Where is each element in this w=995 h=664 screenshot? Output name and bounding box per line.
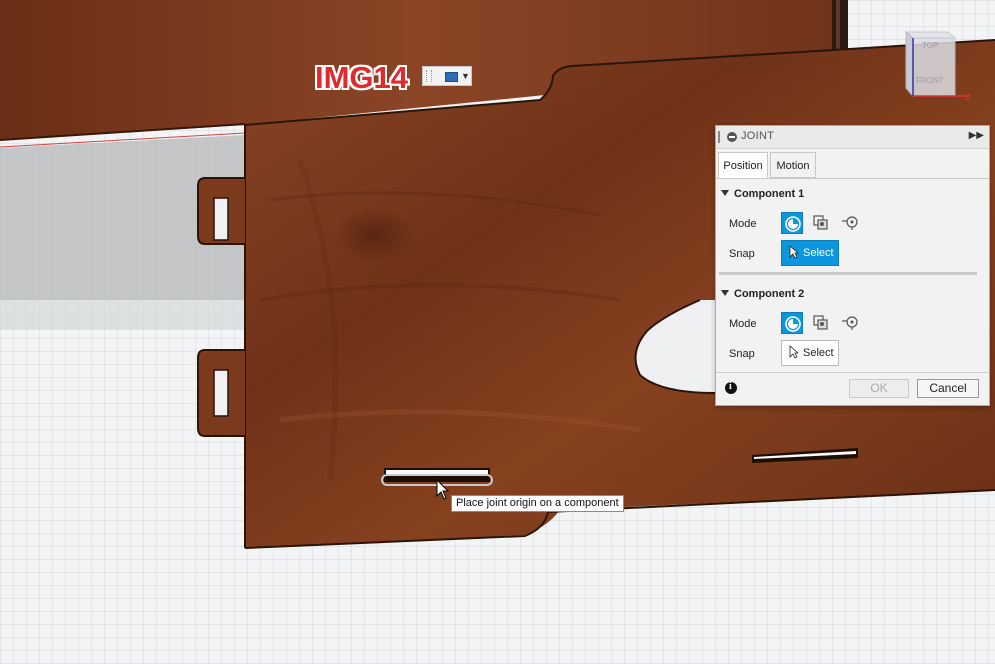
canvas-image-badge[interactable]: ▼ <box>422 66 472 86</box>
component2-select-label: Select <box>803 347 834 359</box>
component2-select-button[interactable]: Select <box>781 340 839 366</box>
dialog-header[interactable]: JOINT ▶▶ <box>716 126 989 149</box>
ok-button[interactable]: OK <box>849 379 909 398</box>
viewcube-front-label[interactable]: FRONT <box>916 76 944 85</box>
component1-snap-label: Snap <box>729 248 755 260</box>
component2-mode-label: Mode <box>729 318 757 330</box>
component1-section-header[interactable]: Component 1 <box>721 188 804 200</box>
component1-select-button[interactable]: Select <box>781 240 839 266</box>
simple-mode-icon <box>785 316 801 332</box>
component1-mode-simple-button[interactable] <box>781 212 803 234</box>
between-two-faces-icon <box>813 215 828 230</box>
dialog-tabs: Position Motion <box>716 150 989 179</box>
two-edge-intersection-icon <box>842 316 858 330</box>
component1-mode-label: Mode <box>729 218 757 230</box>
component2-mode-simple-button[interactable] <box>781 312 803 334</box>
pointer-icon <box>789 345 799 359</box>
collapse-triangle-icon <box>721 190 729 196</box>
cursor-tooltip: Place joint origin on a component <box>451 495 624 512</box>
component2-section-header[interactable]: Component 2 <box>721 288 804 300</box>
between-two-faces-icon <box>813 315 828 330</box>
info-icon[interactable] <box>725 381 737 394</box>
component2-snap-label: Snap <box>729 348 755 360</box>
component1-mode-between-button[interactable] <box>810 212 832 234</box>
dialog-title: JOINT <box>741 130 775 142</box>
cancel-button[interactable]: Cancel <box>917 379 979 398</box>
drag-handle-icon[interactable] <box>718 131 720 143</box>
section-separator <box>719 272 977 275</box>
component1-title: Component 1 <box>734 188 805 200</box>
two-edge-intersection-icon <box>842 216 858 230</box>
canvas-image-label[interactable]: IMG14 <box>315 60 408 96</box>
grip-icon <box>426 70 432 82</box>
collapse-triangle-icon <box>721 290 729 296</box>
viewcube-axis-label: Z <box>965 93 970 102</box>
component2-mode-between-button[interactable] <box>810 312 832 334</box>
view-cube[interactable]: TOP FRONT Z <box>900 26 975 106</box>
component1-select-label: Select <box>803 247 834 259</box>
component2-title: Component 2 <box>734 288 805 300</box>
component2-mode-two-edge-button[interactable] <box>839 312 861 334</box>
collapse-icon[interactable] <box>727 132 737 142</box>
component1-mode-two-edge-button[interactable] <box>839 212 861 234</box>
viewcube-top-label[interactable]: TOP <box>922 41 938 50</box>
image-icon <box>445 72 458 82</box>
pointer-icon <box>789 245 799 259</box>
tab-motion[interactable]: Motion <box>770 152 816 178</box>
joint-dialog: JOINT ▶▶ Position Motion Component 1 Mod… <box>715 125 990 406</box>
simple-mode-icon <box>785 216 801 232</box>
expand-icon[interactable]: ▶▶ <box>969 130 984 141</box>
dialog-footer: OK Cancel <box>716 372 989 407</box>
dropdown-arrow-icon[interactable]: ▼ <box>461 71 470 81</box>
tab-position[interactable]: Position <box>718 152 768 178</box>
